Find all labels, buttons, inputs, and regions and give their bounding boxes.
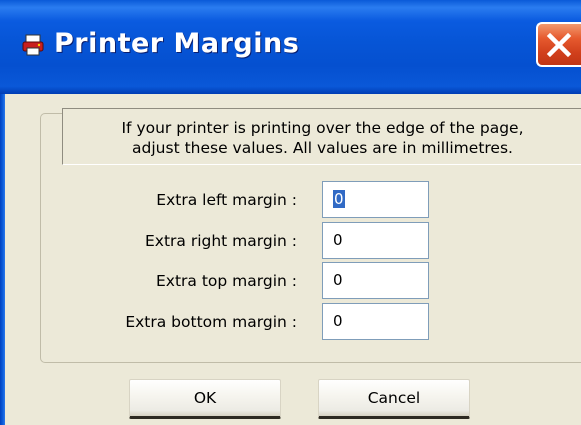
top-margin-value: 0 — [333, 271, 343, 289]
info-text-line-2: adjust these values. All values are in m… — [132, 139, 513, 157]
right-margin-input[interactable]: 0 — [322, 222, 429, 259]
info-message-box: If your printer is printing over the edg… — [62, 108, 581, 165]
top-margin-input[interactable]: 0 — [322, 262, 429, 299]
info-text-line-1: If your printer is printing over the edg… — [121, 119, 524, 137]
bottom-margin-input[interactable]: 0 — [322, 303, 429, 340]
left-margin-value: 0 — [333, 190, 345, 208]
cancel-button[interactable]: Cancel — [318, 379, 470, 419]
close-icon — [546, 32, 572, 58]
ok-button[interactable]: OK — [129, 379, 281, 419]
top-margin-label: Extra top margin : — [156, 272, 297, 290]
printer-icon — [22, 34, 44, 56]
right-margin-value: 0 — [333, 231, 343, 249]
bottom-margin-label: Extra bottom margin : — [125, 313, 297, 331]
title-bar[interactable]: Printer Margins — [0, 0, 581, 94]
left-margin-label: Extra left margin : — [156, 191, 297, 209]
right-margin-label: Extra right margin : — [144, 232, 297, 250]
window-title: Printer Margins — [54, 28, 300, 59]
close-button[interactable] — [536, 22, 581, 67]
left-margin-input[interactable]: 0 — [322, 181, 429, 218]
window-frame-left — [0, 94, 5, 425]
printer-margins-dialog: Printer Margins If your printer is print… — [0, 0, 581, 425]
bottom-margin-value: 0 — [333, 312, 343, 330]
